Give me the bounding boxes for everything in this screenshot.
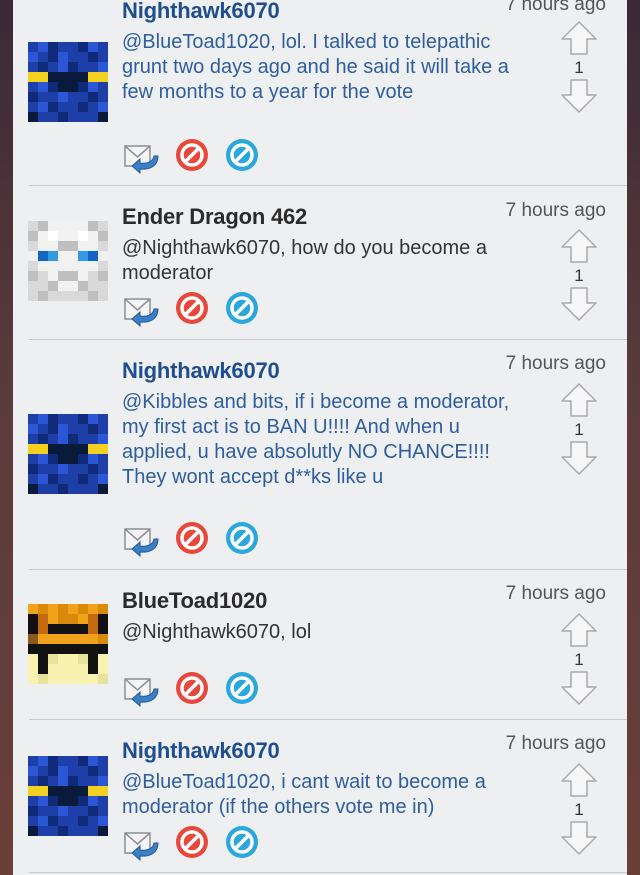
vote-count: 1 xyxy=(574,650,584,669)
block-icon[interactable] xyxy=(224,290,260,331)
report-icon[interactable] xyxy=(174,137,210,178)
reply-icon[interactable] xyxy=(122,519,160,562)
report-icon[interactable] xyxy=(174,290,210,331)
avatar[interactable] xyxy=(28,42,108,122)
comment-time: 7 hours ago xyxy=(505,353,606,374)
comment-actions xyxy=(122,137,260,177)
comment-item: Ender Dragon 462 7 hours ago @Nighthawk6… xyxy=(13,186,627,340)
comment-time: 7 hours ago xyxy=(505,200,606,221)
block-icon[interactable] xyxy=(224,137,260,178)
comment-author[interactable]: Nighthawk6070 xyxy=(122,358,280,384)
block-icon[interactable] xyxy=(224,824,260,865)
comment-item: Nighthawk6070 7 hours ago @BlueToad1020,… xyxy=(13,0,627,186)
comment-time: 7 hours ago xyxy=(505,733,606,754)
comment-item: Nighthawk6070 7 hours ago @Kibbles and b… xyxy=(13,340,627,570)
comment-time: 7 hours ago xyxy=(505,583,606,604)
avatar[interactable] xyxy=(28,756,108,836)
avatar[interactable] xyxy=(28,414,108,494)
comment-divider xyxy=(29,872,627,873)
vote-count: 1 xyxy=(574,58,584,77)
report-icon[interactable] xyxy=(174,670,210,711)
comment-text: @Nighthawk6070, lol xyxy=(122,621,312,643)
vote-count: 1 xyxy=(574,266,584,285)
comment-actions xyxy=(122,670,260,710)
comment-author[interactable]: Nighthawk6070 xyxy=(122,738,280,764)
reply-icon[interactable] xyxy=(122,289,160,332)
vote-count: 1 xyxy=(574,420,584,439)
comment-text: @BlueToad1020, i cant wait to become a m… xyxy=(122,771,486,818)
comment-item: Nighthawk6070 7 hours ago @BlueToad1020,… xyxy=(13,720,627,875)
block-icon[interactable] xyxy=(224,670,260,711)
comment-actions xyxy=(122,824,260,864)
comment-item: BlueToad1020 7 hours ago @Nighthawk6070,… xyxy=(13,570,627,720)
comment-actions xyxy=(122,290,260,330)
comment-author[interactable]: BlueToad1020 xyxy=(122,588,267,614)
avatar[interactable] xyxy=(28,604,108,684)
vote-count: 1 xyxy=(574,800,584,819)
comment-text: @Nighthawk6070, how do you become a mode… xyxy=(122,237,487,284)
report-icon[interactable] xyxy=(174,520,210,561)
comments-panel: Nighthawk6070 7 hours ago @BlueToad1020,… xyxy=(13,0,627,875)
avatar[interactable] xyxy=(28,221,108,301)
comment-actions xyxy=(122,520,260,560)
reply-icon[interactable] xyxy=(122,136,160,179)
reply-icon[interactable] xyxy=(122,823,160,866)
comment-author[interactable]: Nighthawk6070 xyxy=(122,0,280,24)
reply-icon[interactable] xyxy=(122,669,160,712)
comment-time: 7 hours ago xyxy=(505,0,606,15)
block-icon[interactable] xyxy=(224,520,260,561)
comment-author[interactable]: Ender Dragon 462 xyxy=(122,204,307,230)
comment-text: @Kibbles and bits, if i become a moderat… xyxy=(122,391,510,488)
report-icon[interactable] xyxy=(174,824,210,865)
comment-text: @BlueToad1020, lol. I talked to telepath… xyxy=(122,31,509,103)
